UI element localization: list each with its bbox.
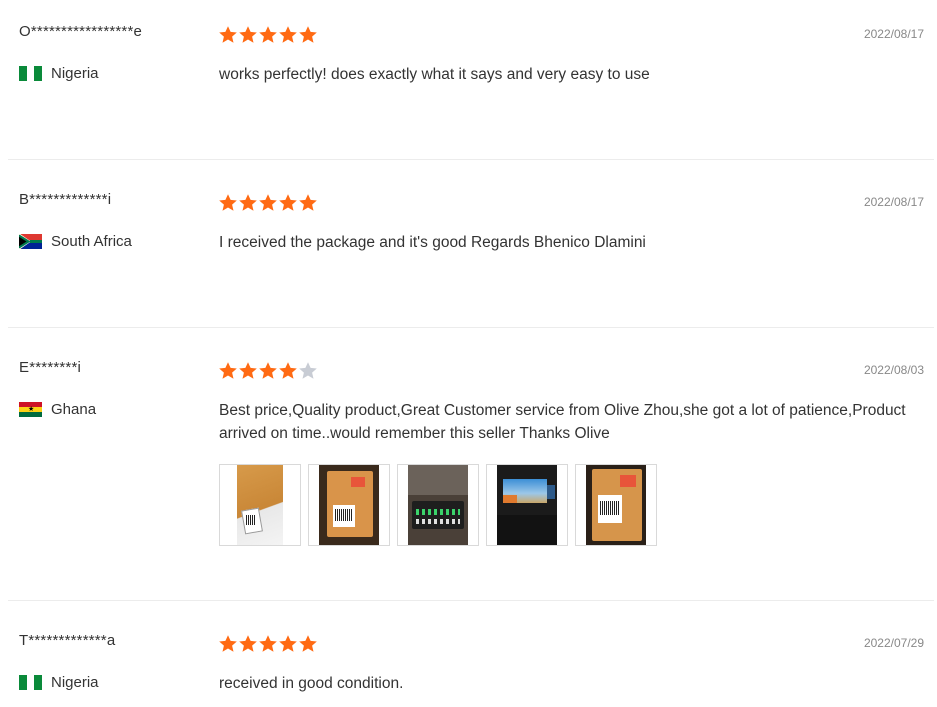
review-item: B*************i South Africa 2022/08/17 … — [8, 160, 934, 328]
star-filled-icon — [258, 25, 278, 44]
photo-thumbnail[interactable] — [486, 464, 568, 546]
review-text: Best price,Quality product,Great Custome… — [219, 402, 906, 442]
star-filled-icon — [238, 25, 258, 44]
south-africa-flag-icon — [19, 234, 42, 249]
star-filled-icon — [218, 634, 238, 653]
star-filled-icon — [238, 634, 258, 653]
review-item: O*****************e Nigeria 2022/08/17 w… — [8, 0, 934, 160]
review-date: 2022/08/17 — [863, 195, 924, 209]
review-date: 2022/07/29 — [863, 636, 924, 650]
reviewer-country: Nigeria — [19, 65, 99, 82]
reviewer-country: Nigeria — [19, 674, 99, 691]
ghana-flag-icon: ★ — [19, 402, 42, 417]
reviewer-name: B*************i — [19, 191, 112, 208]
review-photos — [219, 464, 664, 546]
star-filled-icon — [298, 193, 318, 212]
star-rating — [218, 25, 318, 44]
star-empty-icon — [298, 361, 318, 380]
star-filled-icon — [238, 361, 258, 380]
star-filled-icon — [278, 25, 298, 44]
country-name: South Africa — [51, 233, 132, 250]
reviewer-country: South Africa — [19, 233, 132, 250]
star-rating — [218, 634, 318, 653]
star-filled-icon — [278, 634, 298, 653]
review-item: T*************a Nigeria 2022/07/29 recei… — [8, 601, 934, 707]
country-name: Nigeria — [51, 65, 99, 82]
reviewer-name: T*************a — [19, 632, 116, 649]
country-name: Ghana — [51, 401, 97, 418]
photo-thumbnail[interactable] — [575, 464, 657, 546]
nigeria-flag-icon — [19, 66, 42, 81]
star-rating — [218, 193, 318, 212]
star-filled-icon — [258, 361, 278, 380]
nigeria-flag-icon — [19, 675, 42, 690]
country-name: Nigeria — [51, 674, 99, 691]
photo-thumbnail[interactable] — [397, 464, 479, 546]
star-filled-icon — [298, 634, 318, 653]
review-date: 2022/08/03 — [863, 363, 924, 377]
star-filled-icon — [218, 361, 238, 380]
review-text: received in good condition. — [219, 675, 404, 692]
star-filled-icon — [218, 25, 238, 44]
star-filled-icon — [278, 193, 298, 212]
star-filled-icon — [278, 361, 298, 380]
star-rating — [218, 361, 318, 380]
reviewer-name: O*****************e — [19, 23, 143, 40]
review-date: 2022/08/17 — [863, 27, 924, 41]
star-filled-icon — [258, 193, 278, 212]
review-item: E********i ★ Ghana 2022/08/03 Best price… — [8, 328, 934, 601]
star-filled-icon — [298, 25, 318, 44]
star-filled-icon — [238, 193, 258, 212]
reviewer-country: ★ Ghana — [19, 401, 96, 418]
review-text: works perfectly! does exactly what it sa… — [219, 66, 650, 83]
review-text: I received the package and it's good Reg… — [219, 234, 646, 251]
star-filled-icon — [218, 193, 238, 212]
star-filled-icon — [258, 634, 278, 653]
photo-thumbnail[interactable] — [308, 464, 390, 546]
photo-thumbnail[interactable] — [219, 464, 301, 546]
reviewer-name: E********i — [19, 359, 82, 376]
